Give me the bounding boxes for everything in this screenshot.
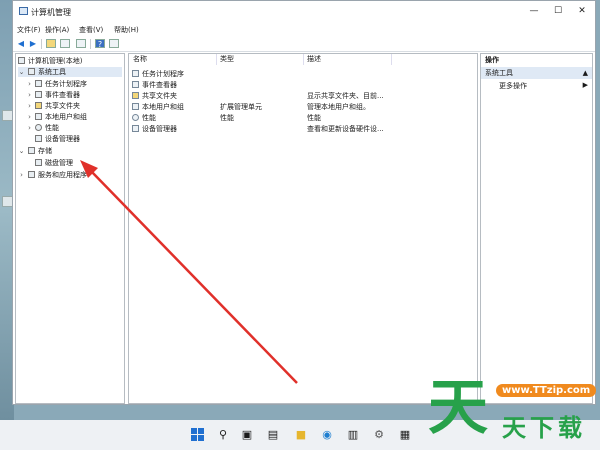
watermark-big-char: 天 [428,373,488,443]
watermark-logo: 天 www.TTzip.com 天下载 [424,372,600,450]
windows-logo-icon [191,428,204,441]
file-explorer-icon[interactable]: ■ [294,428,308,442]
settings-gear-icon[interactable]: ⚙ [372,428,386,442]
computer-management-taskbar-icon[interactable]: ▦ [398,428,412,442]
edge-browser-icon[interactable]: ◉ [320,428,334,442]
watermark-url: www.TTzip.com [496,384,597,397]
widgets-icon[interactable]: ▤ [266,428,280,442]
annotation-arrow-line [89,169,298,384]
task-view-icon[interactable]: ▣ [240,428,254,442]
start-button[interactable] [191,428,205,442]
store-icon[interactable]: ▥ [346,428,360,442]
search-icon[interactable]: ⚲ [216,428,230,442]
watermark-text: 天下载 [502,414,586,442]
